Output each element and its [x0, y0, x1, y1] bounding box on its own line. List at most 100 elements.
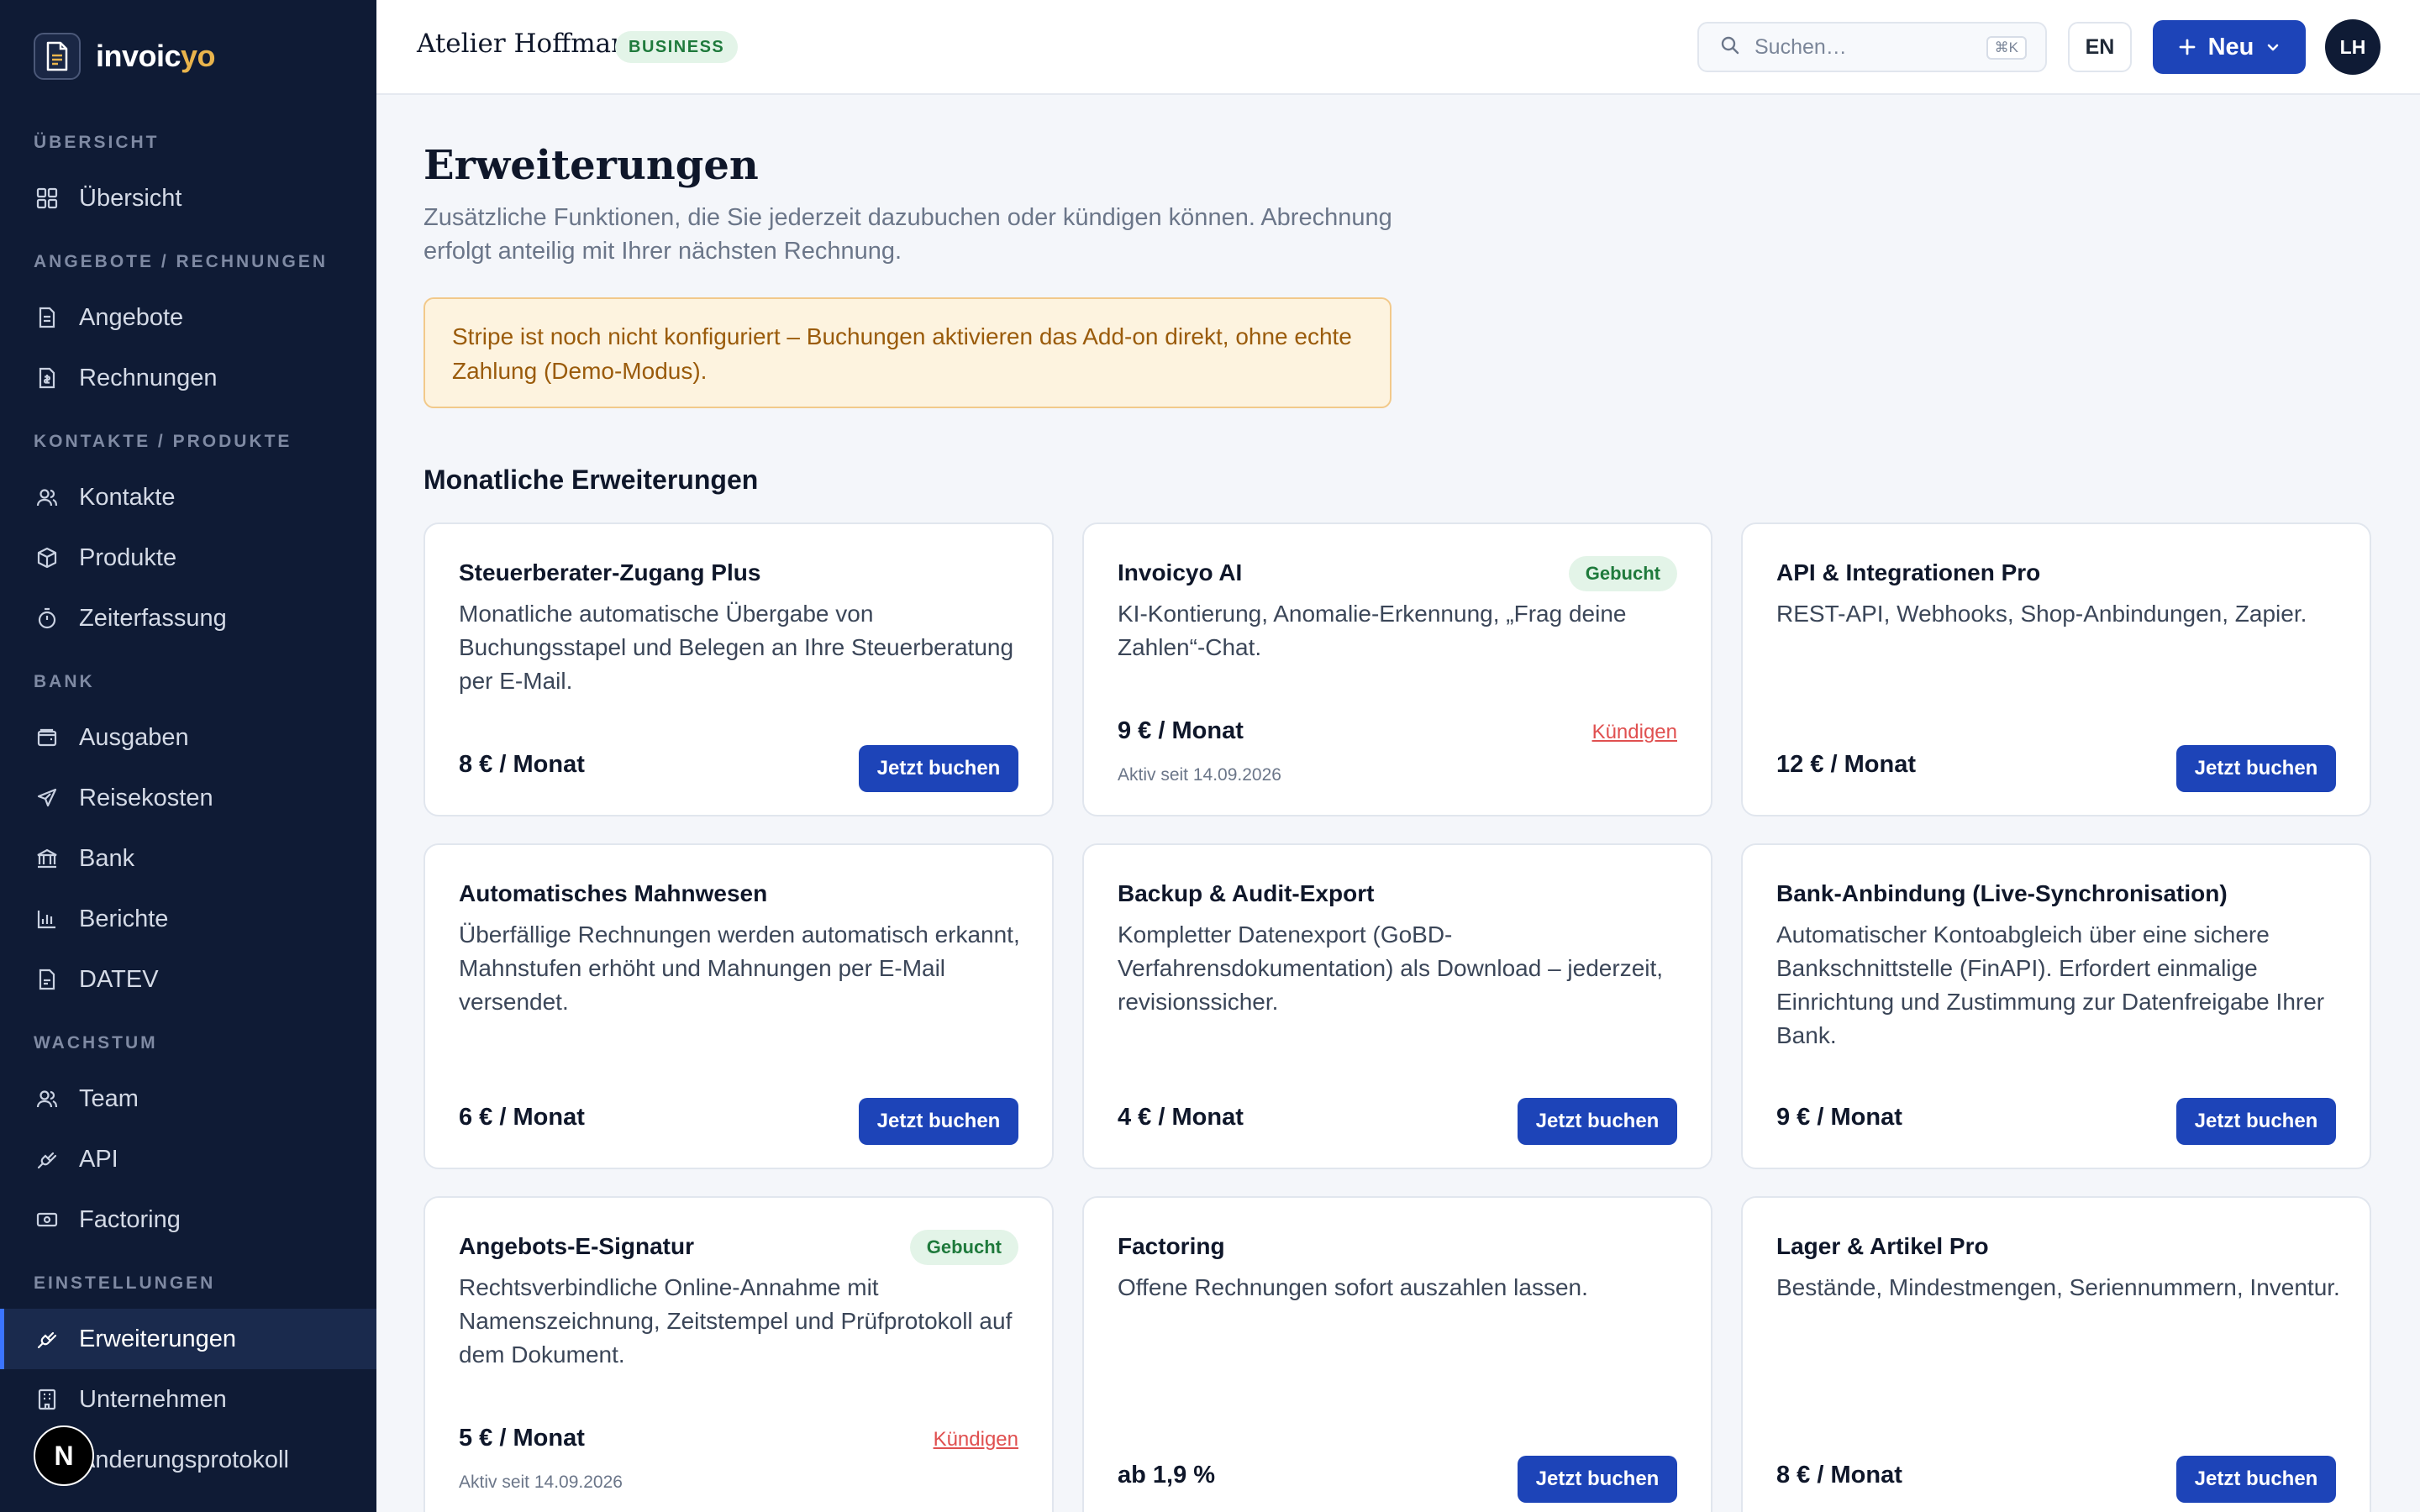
- dev-tools-badge[interactable]: N: [34, 1425, 94, 1486]
- search-shortcut: ⌘K: [1986, 36, 2027, 60]
- sidebar-item-label: Factoring: [79, 1205, 181, 1233]
- addon-description: Bestände, Mindestmengen, Seriennummern, …: [1776, 1274, 2340, 1300]
- search-placeholder: Suchen…: [1754, 34, 1847, 59]
- cancel-link[interactable]: Kündigen: [934, 1428, 1018, 1452]
- addon-description: KI-Kontierung, Anomalie-Erkennung, „Frag…: [1118, 601, 1627, 660]
- book-button[interactable]: Jetzt buchen: [2176, 745, 2336, 792]
- addon-title: Backup & Audit-Export: [1118, 880, 1375, 906]
- section-title: Monatliche Erweiterungen: [424, 465, 759, 495]
- addon-card-mahnwesen: Automatisches Mahnwesen Überfällige Rech…: [424, 843, 1054, 1169]
- wallet-icon: [34, 724, 60, 751]
- sidebar-item-factoring[interactable]: Factoring: [0, 1189, 376, 1250]
- addon-card-bank-anbindung: Bank-Anbindung (Live-Synchronisation) Au…: [1741, 843, 2371, 1169]
- addon-card-api: API & Integrationen Pro REST-API, Webhoo…: [1741, 522, 2371, 816]
- addon-price: 9 € / Monat: [1776, 1104, 1902, 1131]
- addon-card-e-signatur: Angebots-E-Signatur Gebucht Rechtsverbin…: [424, 1196, 1054, 1512]
- addon-title: Automatisches Mahnwesen: [459, 880, 768, 906]
- sidebar-item-label: Kontakte: [79, 483, 176, 511]
- sidebar-item-ausgaben[interactable]: Ausgaben: [0, 707, 376, 768]
- sidebar-item-team[interactable]: Team: [0, 1068, 376, 1129]
- sidebar-item-label: Team: [79, 1084, 139, 1112]
- sidebar-item-kontakte[interactable]: Kontakte: [0, 467, 376, 528]
- addon-title: Steuerberater-Zugang Plus: [459, 559, 761, 585]
- language-switch[interactable]: EN: [2068, 22, 2132, 72]
- new-button[interactable]: Neu: [2153, 20, 2306, 74]
- sidebar-item-label: DATEV: [79, 965, 159, 993]
- bank-icon: [34, 845, 60, 872]
- book-button[interactable]: Jetzt buchen: [1518, 1098, 1677, 1145]
- sidebar-item-uebersicht[interactable]: Übersicht: [0, 168, 376, 228]
- sidebar-item-api[interactable]: API: [0, 1129, 376, 1189]
- addon-card-lager: Lager & Artikel Pro Bestände, Mindestmen…: [1741, 1196, 2371, 1512]
- sidebar-item-label: Zeiterfassung: [79, 604, 227, 632]
- book-button[interactable]: Jetzt buchen: [1518, 1456, 1677, 1503]
- book-button[interactable]: Jetzt buchen: [2176, 1456, 2336, 1503]
- sidebar-item-label: Übersicht: [79, 184, 182, 212]
- addon-title: Invoicyo AI: [1118, 559, 1243, 585]
- brand-logo[interactable]: invoicyo: [34, 33, 216, 80]
- addon-price: 8 € / Monat: [459, 751, 585, 778]
- addon-title: API & Integrationen Pro: [1776, 559, 2041, 585]
- nav-section-title: WACHSTUM: [34, 1033, 158, 1053]
- addon-description: Überfällige Rechnungen werden automatisc…: [459, 921, 1020, 1015]
- sidebar-item-label: Angebote: [79, 303, 184, 331]
- addon-price: 5 € / Monat: [459, 1425, 585, 1452]
- sidebar-item-reisekosten[interactable]: Reisekosten: [0, 768, 376, 828]
- sidebar-item-label: Bank: [79, 844, 135, 872]
- main-content: Erweiterungen Zusätzliche Funktionen, di…: [376, 95, 2420, 1512]
- search-input[interactable]: Suchen… ⌘K: [1697, 22, 2047, 72]
- sidebar-item-datev[interactable]: DATEV: [0, 949, 376, 1010]
- addon-description: Rechtsverbindliche Online-Annahme mit Na…: [459, 1274, 1013, 1368]
- sidebar-item-label: API: [79, 1145, 118, 1173]
- invoice-icon: [34, 365, 60, 391]
- grid-icon: [34, 185, 60, 212]
- addon-title: Bank-Anbindung (Live-Synchronisation): [1776, 880, 2228, 906]
- addon-price: 8 € / Monat: [1776, 1462, 1902, 1488]
- sidebar-item-rechnungen[interactable]: Rechnungen: [0, 348, 376, 408]
- cancel-link[interactable]: Kündigen: [1592, 721, 1677, 744]
- sidebar-item-angebote[interactable]: Angebote: [0, 287, 376, 348]
- sidebar-item-berichte[interactable]: Berichte: [0, 889, 376, 949]
- top-header: Atelier Hoffmann BUSINESS Suchen… ⌘K EN …: [376, 0, 2420, 95]
- addon-price: 9 € / Monat: [1118, 717, 1244, 744]
- document-icon: [34, 304, 60, 331]
- sidebar-item-label: Berichte: [79, 905, 169, 932]
- plug-icon: [34, 1326, 60, 1352]
- nav-section-title: ANGEBOTE / RECHNUNGEN: [34, 252, 329, 271]
- addon-description: REST-API, Webhooks, Shop-Anbindungen, Za…: [1776, 601, 2307, 627]
- sidebar-item-produkte[interactable]: Produkte: [0, 528, 376, 588]
- addon-card-invoicyo-ai: Invoicyo AI Gebucht KI-Kontierung, Anoma…: [1082, 522, 1712, 816]
- avatar[interactable]: LH: [2325, 19, 2381, 75]
- booked-badge: Gebucht: [1568, 556, 1677, 591]
- book-button[interactable]: Jetzt buchen: [2176, 1098, 2336, 1145]
- file-icon: [34, 966, 60, 993]
- page-title: Erweiterungen: [424, 142, 759, 189]
- addon-price: 4 € / Monat: [1118, 1104, 1244, 1131]
- book-button[interactable]: Jetzt buchen: [859, 1098, 1018, 1145]
- stripe-warning-alert: Stripe ist noch nicht konfiguriert – Buc…: [424, 297, 1392, 408]
- sidebar-item-unternehmen[interactable]: Unternehmen: [0, 1369, 376, 1430]
- sidebar-nav: ÜBERSICHT Übersicht ANGEBOTE / RECHNUNGE…: [0, 118, 376, 1490]
- addon-card-steuerberater: Steuerberater-Zugang Plus Monatliche aut…: [424, 522, 1054, 816]
- new-button-label: Neu: [2207, 33, 2254, 60]
- sidebar-item-bank[interactable]: Bank: [0, 828, 376, 889]
- addon-price: ab 1,9 %: [1118, 1462, 1216, 1488]
- addon-title: Factoring: [1118, 1233, 1225, 1259]
- users-icon: [34, 484, 60, 511]
- sidebar-item-erweiterungen[interactable]: Erweiterungen: [0, 1309, 376, 1369]
- company-name[interactable]: Atelier Hoffmann: [417, 29, 644, 59]
- addon-card-factoring: Factoring Offene Rechnungen sofort ausza…: [1082, 1196, 1712, 1512]
- brand-name: invoicyo: [96, 39, 216, 74]
- book-button[interactable]: Jetzt buchen: [859, 745, 1018, 792]
- addon-description: Monatliche automatische Übergabe von Buc…: [459, 601, 1014, 694]
- invoice-logo-icon: [34, 33, 81, 80]
- addon-title: Lager & Artikel Pro: [1776, 1233, 1989, 1259]
- bar-chart-icon: [34, 906, 60, 932]
- addon-description: Offene Rechnungen sofort auszahlen lasse…: [1118, 1274, 1588, 1300]
- sidebar-item-zeiterfassung[interactable]: Zeiterfassung: [0, 588, 376, 648]
- sidebar-item-label: Ausgaben: [79, 723, 189, 751]
- addon-description: Automatischer Kontoabgleich über eine si…: [1776, 921, 2325, 1048]
- sidebar-item-label: Produkte: [79, 543, 177, 571]
- addon-price: 12 € / Monat: [1776, 751, 1916, 778]
- sidebar-item-label: Rechnungen: [79, 364, 218, 391]
